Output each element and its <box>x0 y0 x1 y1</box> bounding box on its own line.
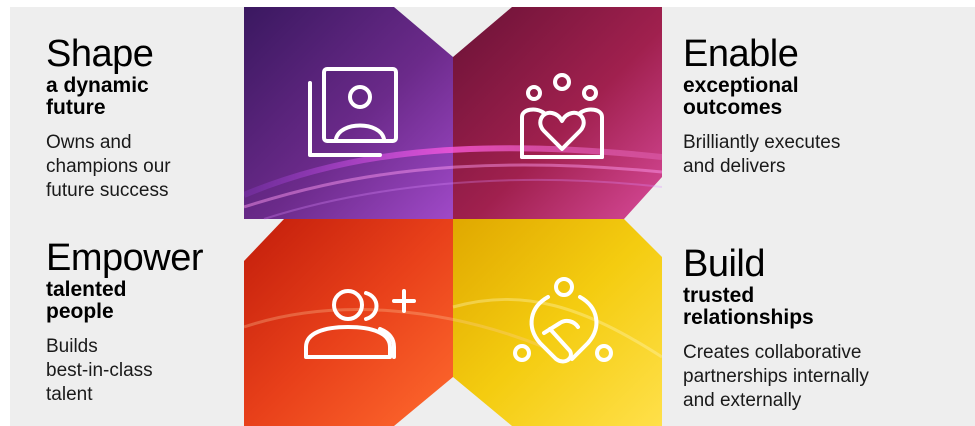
enable-description: Brilliantly executes and delivers <box>683 131 933 179</box>
empower-subheading-line: talented <box>46 278 127 301</box>
shape-subheading-line: a dynamic <box>46 74 149 97</box>
empower-description-line: talent <box>46 384 93 405</box>
build-subheading-line: trusted <box>683 284 755 307</box>
build-subheading: trusted relationships <box>683 285 953 329</box>
empower-panel: Empower talented people Builds best-in-c… <box>46 239 246 407</box>
empower-description: Builds best-in-class talent <box>46 335 246 407</box>
empower-subheading: talented people <box>46 279 246 323</box>
enable-subheading-line: outcomes <box>683 96 783 119</box>
empower-subheading-line: people <box>46 300 114 323</box>
shape-heading: Shape <box>46 33 154 75</box>
empower-description-line: Builds <box>46 336 98 357</box>
shape-description-line: future success <box>46 180 169 201</box>
build-panel: Build trusted relationships Creates coll… <box>683 245 953 413</box>
empower-description-line: best-in-class <box>46 360 153 381</box>
enable-subheading: exceptional outcomes <box>683 75 933 119</box>
enable-subheading-line: exceptional <box>683 74 799 97</box>
enable-description-line: and delivers <box>683 156 786 177</box>
shape-description-line: Owns and <box>46 132 132 153</box>
values-graphic <box>244 7 662 426</box>
build-description-line: Creates collaborative <box>683 342 862 363</box>
build-description: Creates collaborative partnerships inter… <box>683 341 953 413</box>
enable-description-line: Brilliantly executes <box>683 132 841 153</box>
shape-subheading: a dynamic future <box>46 75 246 119</box>
values-canvas: Shape a dynamic future Owns and champion… <box>10 7 975 426</box>
shape-description-line: champions our <box>46 156 171 177</box>
shape-panel: Shape a dynamic future Owns and champion… <box>46 35 246 203</box>
build-description-line: and externally <box>683 390 802 411</box>
enable-heading: Enable <box>683 33 799 75</box>
build-heading: Build <box>683 243 766 285</box>
shape-subheading-line: future <box>46 96 106 119</box>
empower-heading: Empower <box>46 237 204 279</box>
tile-empower <box>244 219 453 426</box>
build-subheading-line: relationships <box>683 306 814 329</box>
enable-panel: Enable exceptional outcomes Brilliantly … <box>683 35 933 179</box>
shape-description: Owns and champions our future success <box>46 131 246 203</box>
build-description-line: partnerships internally <box>683 366 869 387</box>
